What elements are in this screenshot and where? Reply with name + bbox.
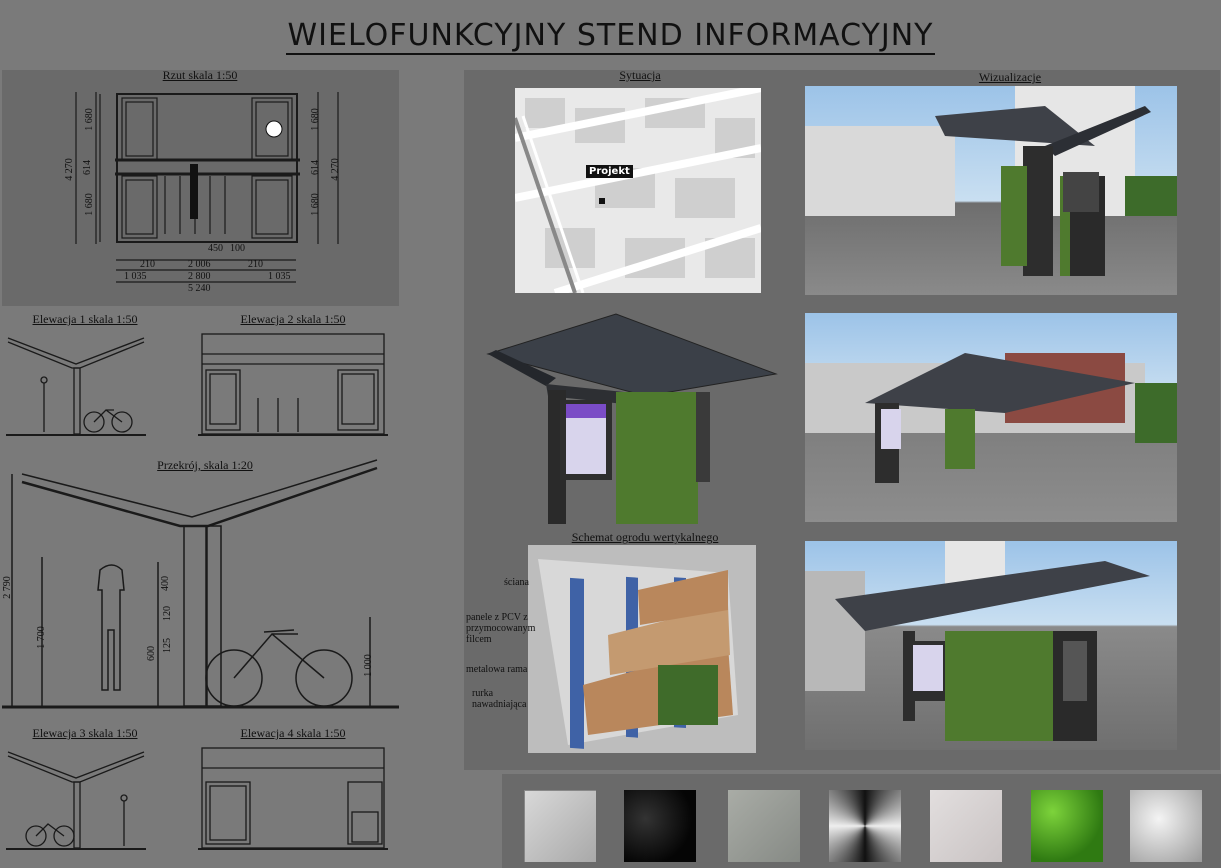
rzut-dim-450: 450	[208, 243, 223, 254]
rzut-dim-right-mid: 614	[310, 160, 321, 175]
vertical-garden-schema	[528, 545, 756, 753]
przekroj-dim-125: 125	[162, 638, 173, 653]
label-elewacja4: Elewacja 4 skala 1:50	[240, 726, 346, 740]
page-title: WIELOFUNKCYJNY STEND INFORMACYJNY	[0, 18, 1221, 55]
label-sytuacja: Sytuacja	[619, 68, 661, 82]
schemat-annotation-sciana: ściana	[504, 577, 529, 588]
rzut-drawing: 1 680 614 1 680 4 270 1 680 614 1 680 4 …	[60, 84, 360, 304]
projekt-marker-label: Projekt	[586, 165, 633, 178]
rzut-dim-1035b: 1 035	[268, 271, 291, 282]
rzut-dim-right-total: 4 270	[329, 158, 341, 181]
przekroj-dim-2790: 2 790	[1, 576, 13, 599]
material-metal-radial-tile	[829, 790, 901, 862]
rzut-dim-1035a: 1 035	[124, 271, 147, 282]
visualization-2	[805, 313, 1177, 522]
rzut-dim-left-total: 4 270	[63, 158, 75, 181]
label-elewacja3: Elewacja 3 skala 1:50	[32, 726, 138, 740]
label-elewacja1: Elewacja 1 skala 1:50	[32, 312, 138, 326]
label-wizualizacje: Wizualizacje	[978, 70, 1042, 84]
rzut-dim-right-top: 1 680	[309, 108, 321, 131]
schemat-annotation-rurka: rurka nawadniająca	[472, 688, 527, 710]
przekroj-dim-1000: 1 000	[362, 654, 374, 677]
elewacja3-drawing	[6, 742, 146, 854]
przekroj-dim-120: 120	[162, 606, 173, 621]
przekroj-dim-1700: 1 700	[35, 626, 47, 649]
przekroj-drawing: 2 790 1 700 400 120 600 125 1 000	[2, 452, 399, 720]
model-3d-view	[486, 312, 778, 527]
site-map: Projekt	[515, 88, 761, 293]
visualization-1	[805, 86, 1177, 295]
label-rzut: Rzut skala 1:50	[162, 68, 238, 82]
elewacja2-drawing	[198, 328, 388, 440]
rzut-dim-100: 100	[230, 243, 245, 254]
material-green-leaves-tile	[1031, 790, 1103, 862]
material-black-marble-tile	[624, 790, 696, 862]
rzut-dim-2800: 2 800	[188, 271, 211, 282]
visualization-3	[805, 541, 1177, 750]
elewacja1-drawing	[6, 328, 146, 440]
rzut-dim-5240: 5 240	[188, 283, 211, 294]
przekroj-dim-600: 600	[146, 646, 157, 661]
label-elewacja2: Elewacja 2 skala 1:50	[240, 312, 346, 326]
schemat-annotation-panele: panele z PCV z przymocowanym filcem	[466, 612, 536, 645]
material-silver-gradient-tile	[1130, 790, 1202, 862]
material-grey-panel-tile	[524, 790, 596, 862]
przekroj-dim-400: 400	[160, 576, 171, 591]
rzut-dim-right-bot: 1 680	[309, 193, 321, 216]
rzut-dim-2006: 2 006	[188, 259, 211, 270]
rzut-dim-left-mid: 614	[82, 160, 93, 175]
schemat-annotation-rama: metalowa rama	[466, 664, 528, 675]
rzut-dim-left-bot: 1 680	[83, 193, 95, 216]
elewacja4-drawing	[198, 742, 388, 854]
material-concrete-tile	[728, 790, 800, 862]
rzut-dim-left-top: 1 680	[83, 108, 95, 131]
material-light-marble-tile	[930, 790, 1002, 862]
page-title-text: WIELOFUNKCYJNY STEND INFORMACYJNY	[285, 18, 936, 55]
rzut-dim-210a: 210	[140, 259, 155, 270]
label-schemat: Schemat ogrodu wertykalnego	[571, 530, 719, 544]
rzut-dim-210b: 210	[248, 259, 263, 270]
